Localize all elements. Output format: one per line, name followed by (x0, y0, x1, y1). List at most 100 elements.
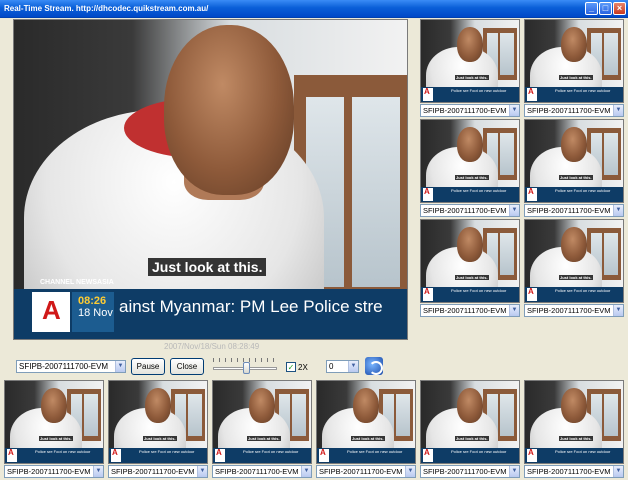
logo-a-icon: A (528, 287, 534, 297)
logo-a-icon: A (528, 187, 534, 197)
thumbnail-stream-select[interactable]: SFIPB-2007111700-EVM ▼ (524, 204, 624, 217)
channel-logo: A (32, 292, 70, 332)
thumbnail-stream-select[interactable]: SFIPB-2007111700-EVM ▼ (212, 465, 312, 478)
scene-person-head (457, 387, 483, 423)
minimize-button[interactable]: _ (585, 2, 598, 15)
channel-logo: A (423, 187, 433, 202)
subtitle-caption: Just look at this. (559, 175, 593, 181)
thumbnail-view[interactable]: Just look at this. Police sre Foot on ne… (212, 380, 312, 464)
scene-person-head (457, 126, 483, 162)
scene-person-head (457, 26, 483, 62)
subtitle-caption: Just look at this. (39, 436, 73, 442)
thumbnail-stream-select[interactable]: SFIPB-2007111700-EVM ▼ (420, 204, 520, 217)
close-window-button[interactable]: × (613, 2, 626, 15)
scene-person-head (561, 226, 587, 262)
thumbnail-view[interactable]: Just look at this. Police sre Foot on ne… (524, 380, 624, 464)
stream-timestamp: 2007/Nov/18/Sun 08:28:49 (164, 342, 260, 351)
thumbnail-stream-select[interactable]: SFIPB-2007111700-EVM ▼ (316, 465, 416, 478)
chevron-down-icon: ▼ (509, 205, 519, 216)
logo-a-icon: A (528, 448, 534, 458)
thumbnail-stream-select[interactable]: SFIPB-2007111700-EVM ▼ (420, 304, 520, 317)
thumbnail-view[interactable]: Just look at this. Police sre Foot on ne… (524, 219, 624, 303)
thumbnail-view[interactable]: Just look at this. Police sre Foot on ne… (4, 380, 104, 464)
thumbnail-view[interactable]: Just look at this. Police sre Foot on ne… (420, 19, 520, 103)
news-ticker: Police sre Foot on new outdoor (5, 448, 103, 463)
ticker-text: ainst Myanmar: PM Lee Police stre (119, 297, 383, 316)
ticker-text: Police sre Foot on new outdoor (451, 288, 507, 294)
channel-logo: A (111, 448, 121, 463)
logo-a-icon: A (216, 448, 222, 458)
scene-person-head (561, 126, 587, 162)
logo-a-icon: A (424, 87, 430, 97)
chevron-down-icon: ▼ (613, 105, 623, 116)
time-date-box: 08:26 18 Nov (72, 292, 114, 332)
thumbnail-stream-select[interactable]: SFIPB-2007111700-EVM ▼ (524, 465, 624, 478)
channel-select[interactable]: 0 ▼ (326, 360, 359, 373)
thumbnail-view[interactable]: Just look at this. Police sre Foot on ne… (108, 380, 208, 464)
main-video-view[interactable]: Just look at this. CHANNEL NEWSASIA ains… (13, 19, 408, 340)
chevron-down-icon: ▼ (93, 466, 103, 477)
news-ticker: Police sre Foot on new outdoor (525, 448, 623, 463)
chevron-down-icon: ▼ (405, 466, 415, 477)
subtitle-caption: Just look at this. (559, 275, 593, 281)
thumbnail-view[interactable]: Just look at this. Police sre Foot on ne… (316, 380, 416, 464)
thumbnail-view[interactable]: Just look at this. Police sre Foot on ne… (420, 219, 520, 303)
news-ticker: Police sre Foot on new outdoor (525, 187, 623, 202)
logo-a-icon: A (528, 87, 534, 97)
network-icon[interactable] (365, 357, 383, 375)
subtitle-caption: Just look at this. (559, 75, 593, 81)
logo-a-icon: A (424, 448, 430, 458)
channel-name: CHANNEL NEWSASIA (40, 279, 114, 286)
ticker-text: Police sre Foot on new outdoor (451, 188, 507, 194)
news-ticker: Police sre Foot on new outdoor (317, 448, 415, 463)
channel-logo: A (527, 287, 537, 302)
thumbnail-stream-select[interactable]: SFIPB-2007111700-EVM ▼ (524, 304, 624, 317)
subtitle-caption: Just look at this. (559, 436, 593, 442)
thumbnail-stream-select[interactable]: SFIPB-2007111700-EVM ▼ (108, 465, 208, 478)
channel-logo: A (527, 87, 537, 102)
news-ticker: Police sre Foot on new outdoor (421, 187, 519, 202)
thumbnail-view[interactable]: Just look at this. Police sre Foot on ne… (420, 119, 520, 203)
ticker-text: Police sre Foot on new outdoor (243, 449, 299, 455)
scene-person-head (561, 387, 587, 423)
chevron-down-icon: ▼ (115, 361, 125, 372)
thumbnail-stream-select[interactable]: SFIPB-2007111700-EVM ▼ (420, 465, 520, 478)
chevron-down-icon: ▼ (613, 205, 623, 216)
scene-person-head (249, 387, 275, 423)
pause-button[interactable]: Pause (131, 358, 165, 375)
chevron-down-icon: ▼ (613, 466, 623, 477)
channel-logo: A (423, 87, 433, 102)
news-ticker: Police sre Foot on new outdoor (525, 87, 623, 102)
broadcast-time: 08:26 (78, 295, 107, 307)
subtitle-caption: Just look at this. (455, 275, 489, 281)
window-controls: _ □ × (585, 2, 626, 15)
chevron-down-icon: ▼ (197, 466, 207, 477)
close-button[interactable]: Close (170, 358, 204, 375)
ticker-text: Police sre Foot on new outdoor (139, 449, 195, 455)
maximize-button[interactable]: □ (599, 2, 612, 15)
logo-a-icon: A (424, 187, 430, 197)
chevron-down-icon: ▼ (348, 361, 358, 372)
thumbnail-stream-select[interactable]: SFIPB-2007111700-EVM ▼ (4, 465, 104, 478)
channel-logo: A (423, 287, 433, 302)
main-stream-select[interactable]: SFIPB-2007111700-EVM ▼ (16, 360, 126, 373)
subtitle-caption: Just look at this. (351, 436, 385, 442)
zoom-2x-checkbox[interactable]: ✓ (286, 362, 296, 372)
logo-a-icon: A (8, 448, 14, 458)
channel-logo: A (7, 448, 17, 463)
thumbnail-view[interactable]: Just look at this. Police sre Foot on ne… (524, 119, 624, 203)
title-bar: Real-Time Stream. http://dhcodec.quikstr… (0, 0, 628, 18)
thumbnail-view[interactable]: Just look at this. Police sre Foot on ne… (524, 19, 624, 103)
ticker-text: Police sre Foot on new outdoor (451, 449, 507, 455)
ticker-text: Police sre Foot on new outdoor (35, 449, 91, 455)
channel-logo: A (527, 187, 537, 202)
ticker-text: Police sre Foot on new outdoor (555, 288, 611, 294)
thumbnail-stream-select[interactable]: SFIPB-2007111700-EVM ▼ (420, 104, 520, 117)
news-ticker: Police sre Foot on new outdoor (525, 287, 623, 302)
ticker-text: Police sre Foot on new outdoor (347, 449, 403, 455)
scene-person-head (145, 387, 171, 423)
thumbnail-stream-select[interactable]: SFIPB-2007111700-EVM ▼ (524, 104, 624, 117)
news-ticker: Police sre Foot on new outdoor (421, 448, 519, 463)
thumbnail-view[interactable]: Just look at this. Police sre Foot on ne… (420, 380, 520, 464)
volume-slider-thumb[interactable] (243, 362, 250, 374)
